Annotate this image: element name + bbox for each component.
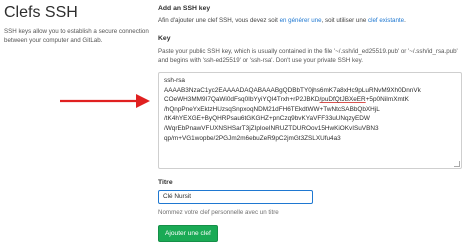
textarea-resize-handle[interactable]: [454, 161, 460, 167]
key-text-segment: COeWH3MM9I7QaWi0dFsq0IbYyiYQI4Trxh+rP2JB…: [164, 96, 320, 104]
existing-key-link[interactable]: clef existante: [368, 17, 404, 24]
key-textarea[interactable]: ssh-rsa AAAAB3NzaC1yc2EAAAADAQABAAABgQDBb…: [158, 72, 462, 169]
key-text-segment: /puDfQtJBXeER: [319, 96, 366, 104]
title-hint: Nommez votre clef personnelle avec un ti…: [158, 209, 279, 216]
key-hint: Paste your public SSH key, which is usua…: [158, 48, 458, 64]
add-key-title: Add an SSH key: [158, 5, 211, 12]
section-title: Clefs SSH: [4, 4, 78, 21]
key-text-line: COeWH3MM9I7QaWi0dFsq0IbYyiYQI4Trxh+rP2JB…: [164, 95, 456, 105]
section-description: SSH keys allow you to establish a secure…: [4, 28, 149, 44]
title-label: Titre: [158, 179, 173, 186]
key-text-line: /tK4hYEXGE+ByQHRPsau6tGKGHZ+pnCzq9bvKYaV…: [164, 115, 370, 123]
add-key-button[interactable]: Ajouter une clef: [158, 225, 218, 242]
key-text-line: AAAAB3NzaC1yc2EAAAADAQABAAABgQDBbTY0jhs6…: [164, 86, 421, 94]
key-text-line: /hQnpPneYxEktzHUzsqSnpxoqNDM21dFH6TEkdtW…: [164, 105, 380, 113]
generate-key-link[interactable]: en générer une: [280, 17, 322, 24]
title-input[interactable]: Clé Nursit: [158, 190, 313, 204]
key-text-line: qp/m+VG1wopbe/2PGJm2m6ebuZeR9pC2jmGt3ZSL…: [164, 134, 341, 142]
section-sidebar: Clefs SSH SSH keys allow you to establis…: [4, 0, 150, 45]
add-key-instructions: Afin d'ajouter une clef SSH, vous devez …: [158, 16, 464, 25]
red-arrow-annotation: [60, 94, 150, 108]
add-ssh-key-form: Add an SSH key Afin d'ajouter une clef S…: [158, 0, 464, 242]
instructions-text: .: [404, 17, 406, 24]
instructions-text: , soit utiliser une: [321, 17, 368, 24]
key-text-segment: +5p0NiImXmtK: [365, 96, 409, 104]
key-label: Key: [158, 35, 171, 42]
key-text-line: ssh-rsa: [164, 77, 185, 84]
instructions-text: Afin d'ajouter une clef SSH, vous devez …: [158, 17, 280, 24]
key-text-line: /WqrEbPnawVFUXNSHSarT3jZIpIoeINRUZTDUROo…: [164, 124, 379, 132]
